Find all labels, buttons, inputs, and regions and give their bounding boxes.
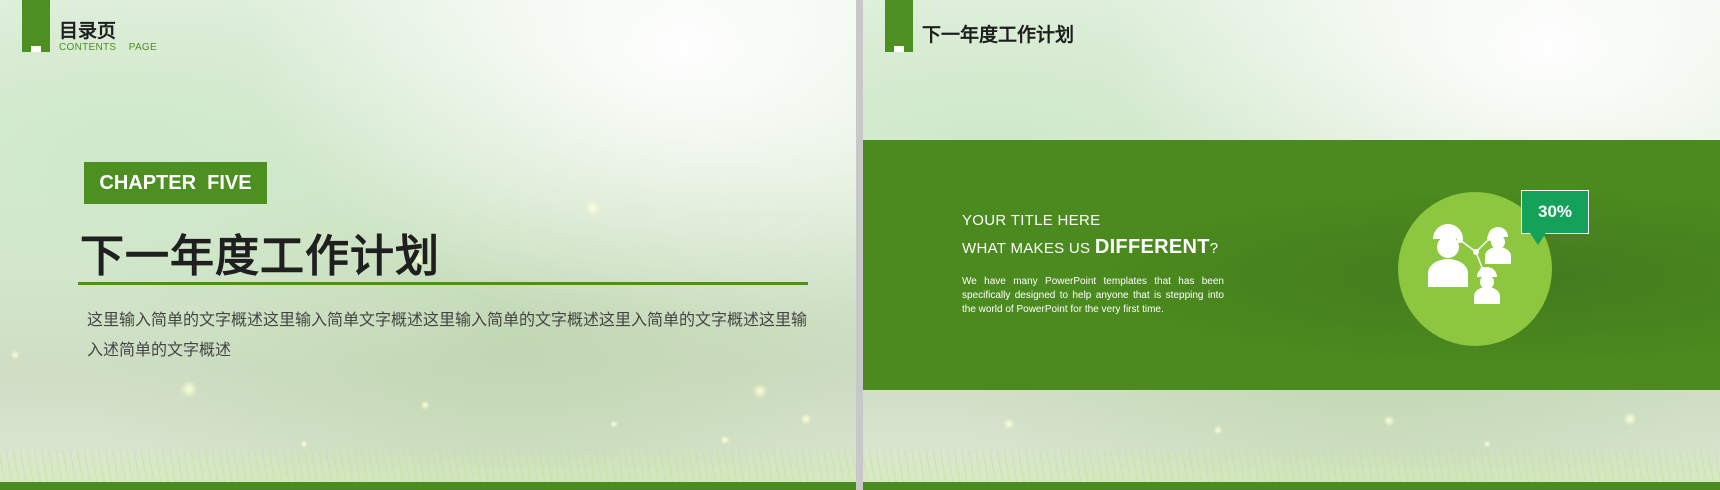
sparkle <box>420 400 430 410</box>
header-tab-marker <box>885 0 913 52</box>
banner-title-accent: DIFFERENT <box>1094 236 1210 258</box>
sparkle <box>1383 415 1395 427</box>
percent-badge-tail <box>1530 233 1546 245</box>
green-banner <box>863 140 1720 390</box>
sparkle <box>10 350 20 360</box>
sparkle <box>1483 440 1491 448</box>
banner-body-text: We have many PowerPoint templates that h… <box>962 276 1224 315</box>
sparkle <box>1213 425 1223 435</box>
sparkle <box>585 200 601 216</box>
description-text: 这里输入简单的文字概述这里输入简单文字概述这里输入简单的文字概述这里入简单的文字… <box>87 310 808 359</box>
banner-title-prefix: WHAT MAKES US <box>962 240 1095 257</box>
header-subtitle: CONTENTS PAGE <box>59 42 157 53</box>
header-title: 下一年度工作计划 <box>922 25 1075 46</box>
sparkle <box>720 435 730 445</box>
sparkle <box>300 440 308 448</box>
sparkle <box>1003 418 1015 430</box>
sparkle <box>800 413 812 425</box>
grass-strip <box>0 482 856 490</box>
sparkle <box>752 383 768 399</box>
banner-title-line1: YOUR TITLE HERE <box>962 212 1101 229</box>
sparkle <box>610 420 618 428</box>
header-tab-marker <box>22 0 50 52</box>
main-title: 下一年度工作计划 <box>80 232 440 281</box>
chapter-badge: CHAPTER FIVE <box>84 162 267 204</box>
grass-strip <box>863 482 1720 490</box>
banner-title-suffix: ? <box>1209 240 1219 257</box>
slide-contents: 目录页 CONTENTS PAGE CHAPTER FIVE 下一年度工作计划 … <box>0 0 856 490</box>
slide-plan: 下一年度工作计划 YOUR TITLE HERE WHAT MAKES US D… <box>863 0 1720 490</box>
percent-badge: 30% <box>1521 190 1589 234</box>
title-divider <box>78 282 808 285</box>
sparkle <box>1623 412 1637 426</box>
banner-title-line2: WHAT MAKES US DIFFERENT? <box>962 236 1218 259</box>
header-title: 目录页 <box>59 21 117 42</box>
sparkle <box>180 380 198 398</box>
